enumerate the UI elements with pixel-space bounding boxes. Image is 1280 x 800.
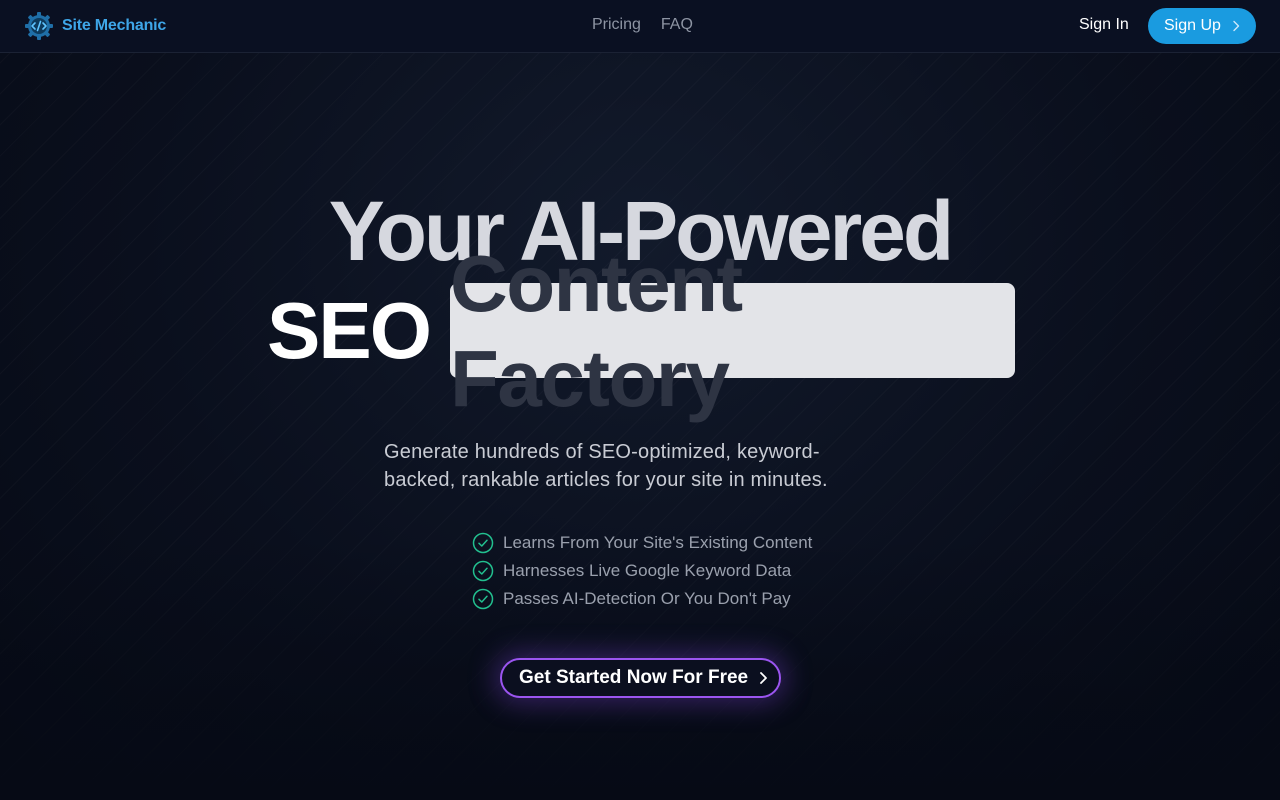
hero-subtitle: Generate hundreds of SEO-optimized, keyw… [384, 441, 828, 491]
gear-code-icon [25, 12, 53, 40]
top-navbar: Site Mechanic Pricing FAQ Sign In Sign U… [0, 0, 1280, 53]
sign-in-link[interactable]: Sign In [1079, 16, 1129, 34]
nav-link-pricing[interactable]: Pricing [592, 16, 641, 34]
get-started-button[interactable]: Get Started Now For Free [500, 658, 781, 698]
sign-up-button[interactable]: Sign Up [1148, 8, 1256, 44]
hero-title-seo: SEO [267, 286, 432, 375]
feature-item: Passes AI-Detection Or You Don't Pay [472, 585, 812, 613]
feature-list: Learns From Your Site's Existing Content… [472, 529, 812, 613]
brand-name: Site Mechanic [62, 17, 167, 34]
feature-item: Harnesses Live Google Keyword Data [472, 557, 812, 585]
check-circle-icon [472, 560, 494, 582]
check-circle-icon [472, 588, 494, 610]
brand-logo-link[interactable]: Site Mechanic [24, 10, 166, 42]
nav-link-faq[interactable]: FAQ [661, 16, 693, 34]
feature-label: Passes AI-Detection Or You Don't Pay [503, 589, 791, 608]
hero-title-highlight-box: Content Factory [449, 239, 1015, 423]
hero-title-highlight-text: Content Factory [449, 238, 743, 423]
chevron-right-icon [760, 672, 768, 684]
feature-label: Learns From Your Site's Existing Content [503, 533, 813, 552]
get-started-label: Get Started Now For Free [519, 667, 749, 688]
main-nav: Pricing FAQ [592, 16, 693, 34]
sign-up-label: Sign Up [1164, 17, 1221, 34]
chevron-right-icon [1233, 20, 1240, 32]
feature-label: Harnesses Live Google Keyword Data [503, 561, 792, 580]
feature-item: Learns From Your Site's Existing Content [472, 529, 812, 557]
hero-title-line2: SEO Content Factory [267, 239, 1015, 423]
check-circle-icon [472, 532, 494, 554]
